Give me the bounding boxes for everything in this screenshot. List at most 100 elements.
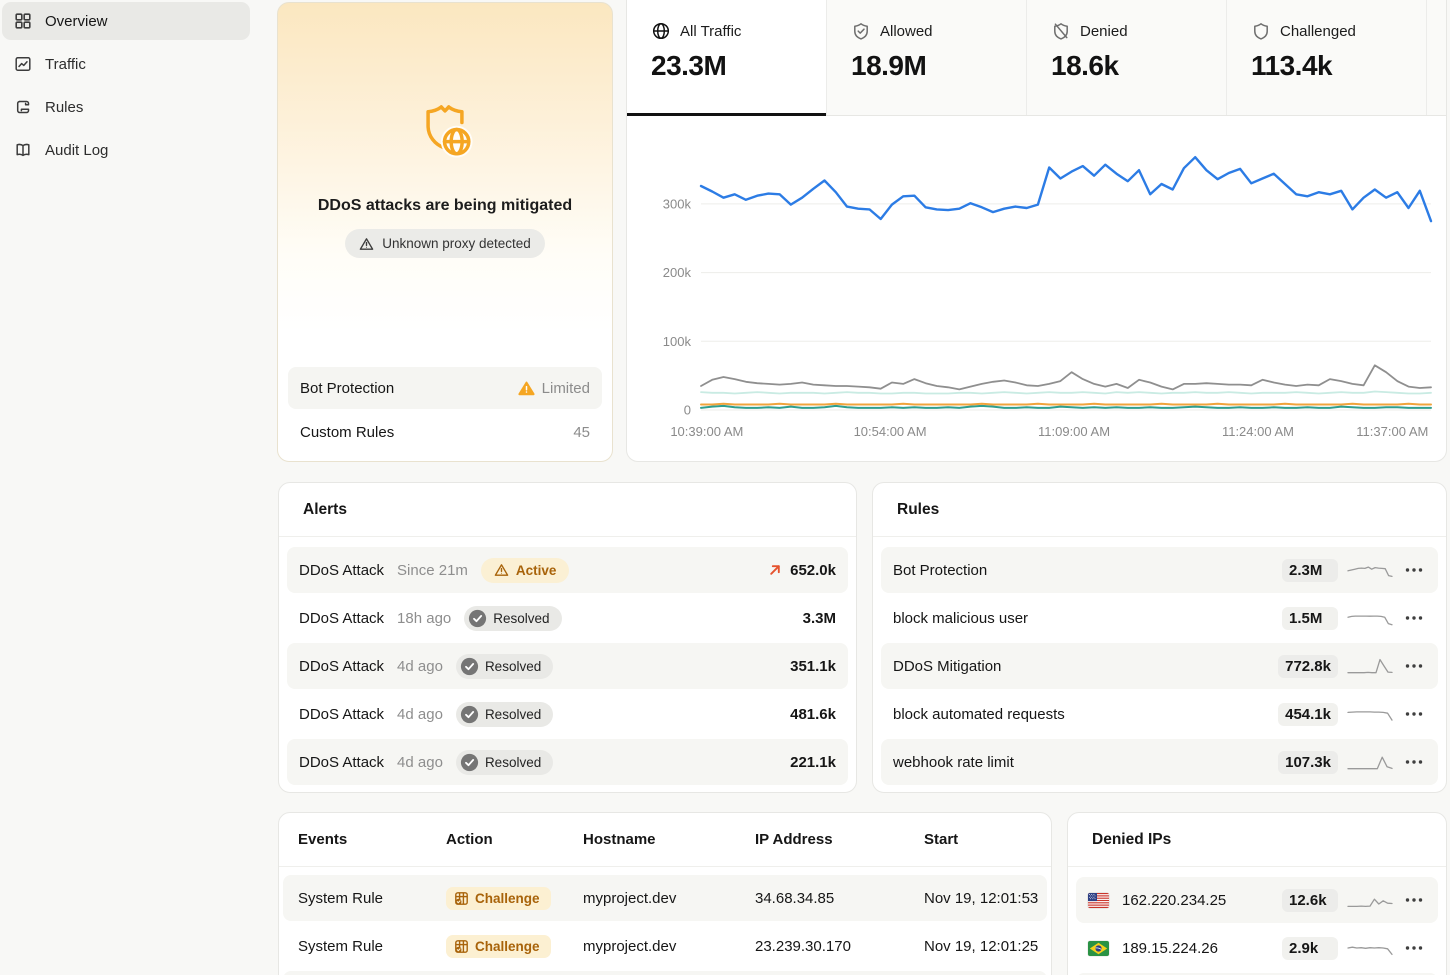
alert-row[interactable]: DDoS AttackSince 21mActive652.0k	[287, 547, 848, 593]
rule-hit-count: 107.3k	[1278, 751, 1338, 774]
rule-name: Bot Protection	[893, 562, 987, 579]
event-start: Nov 19, 12:01:53	[924, 890, 1047, 907]
tab-label: Allowed	[880, 23, 933, 40]
event-hostname: myproject.dev	[583, 938, 755, 955]
svg-text:0: 0	[684, 403, 691, 418]
sidebar-item-traffic[interactable]: Traffic	[2, 45, 250, 83]
sidebar-item-overview[interactable]: Overview	[2, 2, 250, 40]
denied-ips-panel: Denied IPs 162.220.234.2512.6k189.15.224…	[1067, 812, 1447, 975]
status-row-bot-protection: Bot Protection Limited	[288, 367, 602, 409]
rule-menu-button[interactable]	[1402, 750, 1426, 774]
tab-denied[interactable]: Denied 18.6k	[1027, 0, 1227, 115]
alert-row[interactable]: DDoS Attack4d agoResolved221.1k	[287, 739, 848, 785]
status-row-label: Bot Protection	[300, 380, 394, 397]
rules-list: Bot Protection 2.3M block malicious user1.…	[873, 537, 1446, 793]
sidebar-nav: Overview Traffic Rules Audit Log	[0, 2, 260, 174]
sidebar-item-label: Audit Log	[45, 142, 108, 159]
tab-value: 18.6k	[1051, 50, 1202, 82]
svg-text:10:39:00 AM: 10:39:00 AM	[670, 424, 743, 439]
alert-row[interactable]: DDoS Attack18h agoResolved3.3M	[287, 595, 848, 641]
event-ip: 34.68.34.85	[755, 890, 924, 907]
tab-value: 23.3M	[651, 50, 802, 82]
rule-sparkline	[1346, 656, 1394, 676]
denied-ip-sparkline	[1346, 890, 1394, 910]
rule-row[interactable]: block automated requests454.1k	[881, 691, 1438, 737]
rule-menu-button[interactable]	[1402, 702, 1426, 726]
alert-status-badge: Resolved	[456, 702, 553, 727]
shield-check-icon	[851, 21, 871, 41]
challenge-icon	[454, 891, 469, 906]
rule-hit-count: 1.5M	[1282, 607, 1338, 630]
rule-menu-button[interactable]	[1402, 558, 1426, 582]
check-circle-icon	[460, 705, 479, 724]
rule-row[interactable]: block malicious user1.5M	[881, 595, 1438, 641]
line-chart-icon	[14, 55, 32, 73]
event-row[interactable]: System RuleChallengemyproject.dev23.239.…	[283, 923, 1047, 969]
traffic-chart: 300k200k100k010:39:00 AM10:54:00 AM11:09…	[627, 116, 1447, 460]
denied-ips-list: 162.220.234.25 12.6k 189.15.224.262.9k	[1068, 867, 1446, 975]
rule-name: webhook rate limit	[893, 754, 1014, 771]
alert-time: Since 21m	[397, 562, 468, 579]
tab-value: 113.4k	[1251, 50, 1402, 82]
rule-menu-button[interactable]	[1402, 606, 1426, 630]
warning-filled-icon	[518, 381, 535, 396]
tab-allowed[interactable]: Allowed 18.9M	[827, 0, 1027, 115]
traffic-tabs: All Traffic 23.3M Allowed 18.9M Denied 18.6k C…	[627, 0, 1446, 116]
denied-ip-count: 2.9k	[1282, 937, 1338, 960]
rules-title: Rules	[873, 483, 1446, 537]
sidebar-item-label: Traffic	[45, 56, 86, 73]
grid-icon	[14, 12, 32, 30]
event-row-partial	[283, 971, 1047, 975]
denied-ip-row[interactable]: 162.220.234.25 12.6k	[1076, 877, 1438, 923]
tab-all-traffic[interactable]: All Traffic 23.3M	[627, 0, 827, 115]
rule-row[interactable]: webhook rate limit 107.3k	[881, 739, 1438, 785]
alert-value: 351.1k	[790, 658, 836, 675]
column-header-start: Start	[924, 831, 1051, 848]
event-row[interactable]: System Rule Challenge myproject.dev34.68.3…	[283, 875, 1047, 921]
event-hostname: myproject.dev	[583, 890, 755, 907]
rule-hit-count: 454.1k	[1278, 703, 1338, 726]
tab-partial	[1427, 0, 1447, 115]
tab-value: 18.9M	[851, 50, 1002, 82]
svg-text:11:09:00 AM: 11:09:00 AM	[1038, 424, 1110, 439]
denied-ip-menu-button[interactable]	[1402, 936, 1426, 960]
alert-value-text: 652.0k	[790, 562, 836, 579]
denied-ip-row[interactable]: 189.15.224.262.9k	[1076, 925, 1438, 971]
svg-text:300k: 300k	[663, 196, 692, 211]
alerts-title: Alerts	[279, 483, 856, 537]
alert-row[interactable]: DDoS Attack4d agoResolved351.1k	[287, 643, 848, 689]
rule-menu-button[interactable]	[1402, 654, 1426, 678]
tab-label: Denied	[1080, 23, 1128, 40]
denied-ip-menu-button[interactable]	[1402, 888, 1426, 912]
denied-ip-metrics: 12.6k	[1282, 888, 1426, 912]
column-header-action: Action	[446, 831, 583, 848]
alert-value: 481.6k	[790, 706, 836, 723]
protection-status-card: DDoS attacks are being mitigated Unknown…	[277, 2, 613, 462]
sidebar-item-rules[interactable]: Rules	[2, 88, 250, 126]
tab-label: All Traffic	[680, 23, 741, 40]
denied-ip-address: 162.220.234.25	[1122, 892, 1226, 909]
rule-row[interactable]: DDoS Mitigation772.8k	[881, 643, 1438, 689]
status-row-label: Custom Rules	[300, 424, 394, 441]
rule-hit-count: 2.3M	[1282, 559, 1338, 582]
tab-header: Allowed	[851, 21, 1002, 41]
column-header-hostname: Hostname	[583, 831, 755, 848]
rule-name: DDoS Mitigation	[893, 658, 1001, 675]
tab-challenged[interactable]: Challenged113.4k	[1227, 0, 1427, 115]
alert-row[interactable]: DDoS Attack4d agoResolved481.6k	[287, 691, 848, 737]
sidebar-item-audit-log[interactable]: Audit Log	[2, 131, 250, 169]
challenge-label: Challenge	[475, 891, 540, 906]
alert-time: 4d ago	[397, 658, 443, 675]
alert-status-badge: Active	[481, 558, 570, 583]
svg-text:11:37:00 AM: 11:37:00 AM	[1356, 424, 1428, 439]
shield-icon	[1251, 21, 1271, 41]
rule-sparkline	[1346, 560, 1394, 580]
event-source: System Rule	[298, 890, 446, 907]
alert-value-text: 351.1k	[790, 658, 836, 675]
globe-icon	[651, 21, 671, 41]
status-row-value-text: Limited	[542, 380, 590, 397]
challenge-badge: Challenge	[446, 887, 551, 910]
challenge-badge: Challenge	[446, 935, 551, 958]
alert-status-label: Resolved	[485, 755, 541, 770]
rule-row[interactable]: Bot Protection 2.3M	[881, 547, 1438, 593]
